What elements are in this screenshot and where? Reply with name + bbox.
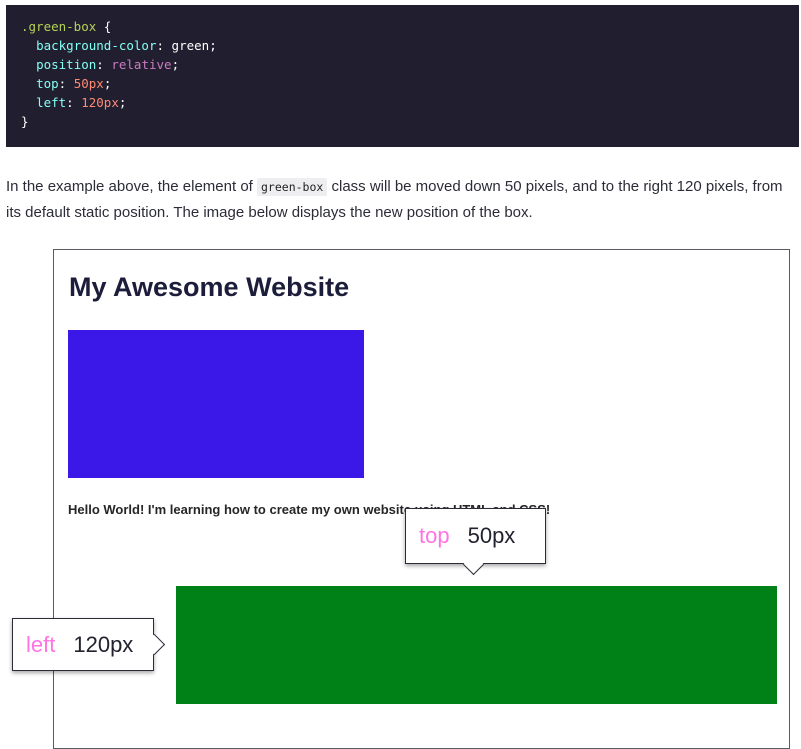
code-close-brace: } [21, 114, 29, 129]
green-box [176, 586, 777, 704]
callout-top-offset: top 50px [405, 508, 546, 564]
code-open-brace: { [96, 19, 112, 34]
code-line-position: position: relative; [36, 57, 180, 72]
website-illustration: My Awesome Website Hello World! I'm lear… [53, 249, 790, 749]
code-line-left: left: 120px; [36, 95, 127, 110]
callout-left-key: left [26, 631, 56, 657]
code-line-close: } [21, 112, 799, 131]
code-line-top: top: 50px; [36, 76, 112, 91]
callout-top-key: top [419, 523, 450, 548]
callout-top-value: 50px [467, 523, 516, 548]
code-prop: top [36, 76, 59, 91]
site-title: My Awesome Website [69, 272, 350, 302]
paragraph-text-before: In the example above, the element of [6, 178, 257, 195]
code-value: 120px [81, 95, 119, 110]
code-prop: background-color [36, 38, 157, 53]
code-block: .green-box { background-color: green; po… [6, 5, 799, 147]
code-value: relative [111, 57, 172, 72]
callout-left-offset: left 120px [12, 618, 154, 671]
blue-box [68, 330, 364, 478]
explanation-paragraph: In the example above, the element of gre… [6, 174, 796, 226]
code-value: 50px [73, 76, 104, 91]
code-value: green [171, 38, 210, 53]
code-selector: .green-box [21, 19, 97, 34]
code-line-selector: .green-box { [21, 17, 799, 36]
code-prop: left [36, 95, 67, 110]
code-prop: position [36, 57, 97, 72]
callout-left-value: 120px [73, 631, 134, 657]
code-line-background-color: background-color: green; [36, 38, 217, 53]
inline-code-green-box: green-box [257, 178, 328, 196]
